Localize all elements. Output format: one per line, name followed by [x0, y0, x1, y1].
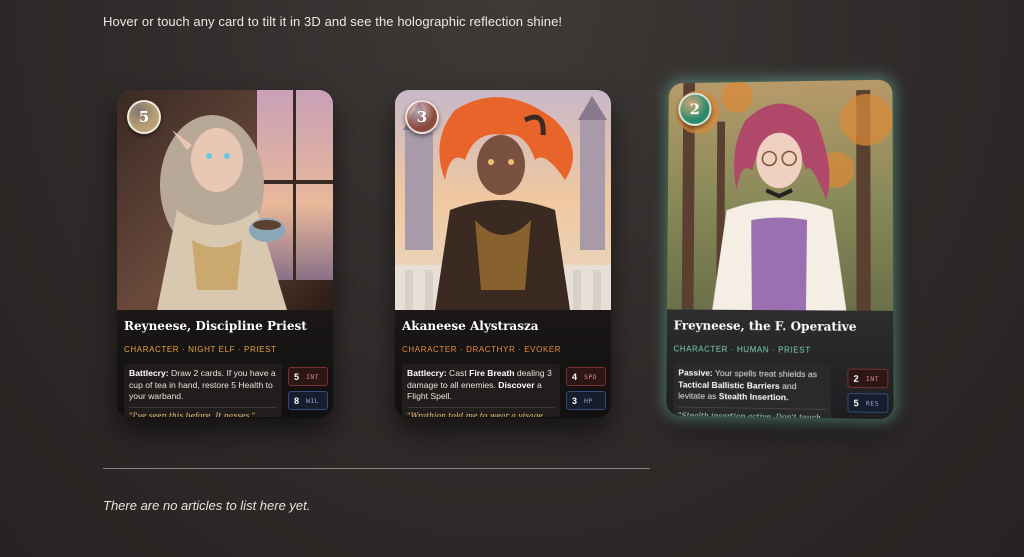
stat-hp: 3 HP — [566, 391, 606, 410]
card-ability-box: Battlecry: Cast Fire Breath dealing 3 da… — [402, 364, 560, 417]
card-freyneese[interactable]: 2 Freyneese, the F. Operative CHARACTER … — [666, 80, 893, 420]
stat-value: 2 — [854, 373, 859, 383]
stat-value: 4 — [572, 372, 577, 382]
card-ability-box: Passive: Your spells treat shields as Ta… — [673, 363, 831, 419]
stat-label: INT — [306, 373, 319, 381]
card-info-panel: Freyneese, the F. Operative CHARACTER · … — [666, 309, 893, 419]
stat-label: SPD — [584, 373, 597, 381]
card-tags: CHARACTER · HUMAN · PRIEST — [674, 344, 811, 354]
card-name: Akaneese Alystrasza — [402, 319, 539, 333]
ability-keyword: Battlecry: — [129, 368, 169, 378]
section-divider — [103, 468, 650, 469]
ability-keyword: Passive: — [678, 367, 713, 377]
ability-text-part: Cast — [449, 368, 467, 378]
stat-value: 5 — [854, 398, 859, 408]
card-flavor-text: "I've seen this before. It passes." — [129, 407, 277, 418]
card-ability-box: Battlecry: Draw 2 cards. If you have a c… — [124, 364, 282, 417]
card-ability-text: Passive: Your spells treat shields as Ta… — [678, 367, 826, 404]
card-reyneese[interactable]: 5 Reyneese, Discipline Priest CHARACTER … — [117, 90, 333, 418]
stat-spd: 4 SPD — [566, 367, 606, 386]
ability-keyword: Battlecry: — [407, 368, 447, 378]
card-name: Freyneese, the F. Operative — [674, 318, 857, 334]
stat-label: RES — [866, 399, 879, 407]
stat-label: INT — [866, 374, 879, 382]
stat-int: 2 INT — [847, 368, 888, 388]
ability-keyword-fire-breath: Fire Breath — [469, 368, 514, 378]
stat-label: WIL — [306, 397, 319, 405]
ability-keyword-discover: Discover — [498, 380, 534, 390]
mana-cost-badge: 5 — [127, 100, 161, 134]
mana-cost-badge: 3 — [405, 100, 439, 134]
stat-value: 8 — [294, 396, 299, 406]
stat-label: HP — [584, 397, 593, 405]
stat-int: 5 INT — [288, 367, 328, 386]
card-tags: CHARACTER · DRACTHYR · EVOKER — [402, 345, 561, 354]
stat-wil: 8 WIL — [288, 391, 328, 410]
stat-value: 3 — [572, 396, 577, 406]
card-info-panel: Reyneese, Discipline Priest CHARACTER · … — [117, 310, 333, 418]
stat-res: 5 RES — [847, 393, 888, 413]
stat-value: 5 — [294, 372, 299, 382]
ability-keyword-barriers: Tactical Ballistic Barriers — [678, 379, 780, 390]
ability-text-part: Your spells treat shields as — [715, 368, 817, 379]
empty-articles-message: There are no articles to list here yet. — [103, 498, 310, 513]
card-ability-text: Battlecry: Cast Fire Breath dealing 3 da… — [407, 368, 555, 403]
card-info-panel: Akaneese Alystrasza CHARACTER · DRACTHYR… — [395, 310, 611, 418]
intro-text: Hover or touch any card to tilt it in 3D… — [103, 14, 562, 29]
card-tags: CHARACTER · NIGHT ELF · PRIEST — [124, 345, 277, 354]
card-ability-text: Battlecry: Draw 2 cards. If you have a c… — [129, 368, 277, 403]
card-flavor-text: "Wrathion told me to wear a visage, — [407, 407, 555, 418]
card-name: Reyneese, Discipline Priest — [124, 319, 307, 333]
ability-keyword-stealth: Stealth Insertion. — [719, 391, 789, 402]
card-akaneese[interactable]: 3 Akaneese Alystrasza CHARACTER · DRACTH… — [395, 90, 611, 418]
card-flavor-text: "Stealth insertion active. Don't touch — [678, 406, 826, 419]
